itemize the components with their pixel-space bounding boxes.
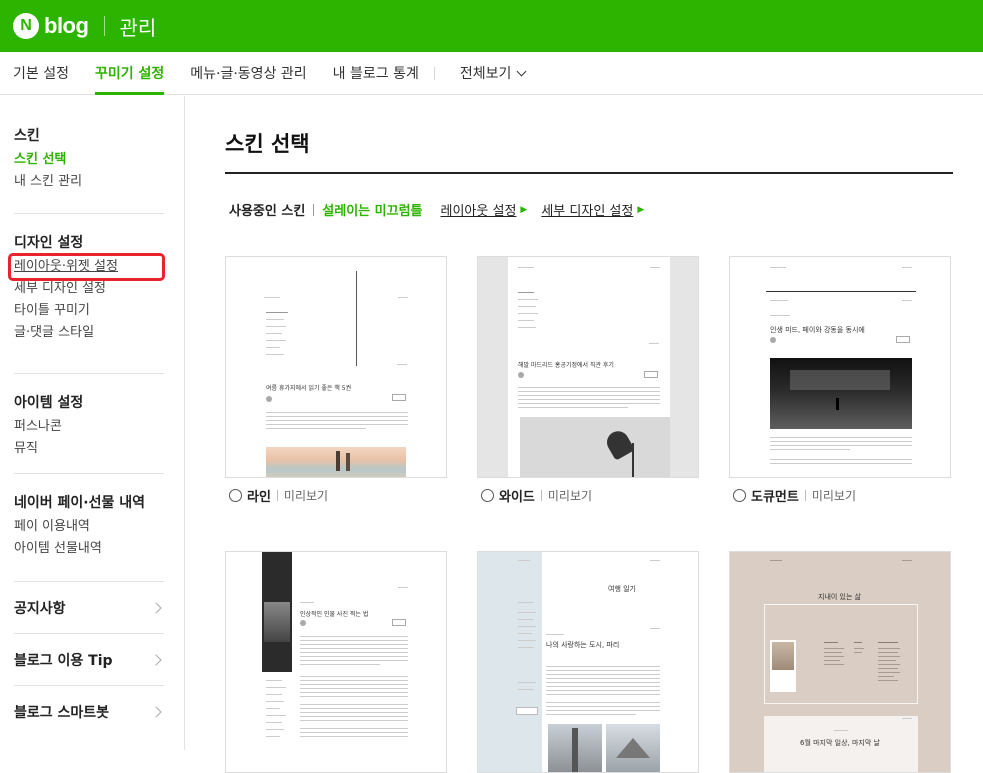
main-tabs: 기본 설정 꾸미기 설정 메뉴·글·동영상 관리 내 블로그 통계 전체보기	[0, 52, 983, 95]
skin-name: 도큐먼트	[751, 490, 799, 505]
tab-view-all[interactable]: 전체보기	[447, 52, 539, 94]
sidebar-link-label: 블로그 이용 Tip	[14, 652, 113, 669]
skin-caption: 와이드 미리보기	[477, 486, 699, 505]
thumb-title: 지내이 있는 삶	[818, 593, 862, 601]
skin-thumbnail[interactable]: 인생 미드, 페이와 강동을 동시에	[729, 256, 951, 478]
sidebar-group-title: 네이버 페이·선물 내역	[14, 495, 145, 511]
sidebar-item-title-decorate[interactable]: 타이틀 꾸미기	[14, 300, 164, 322]
detail-design-link[interactable]: 세부 디자인 설정	[541, 200, 633, 219]
chevron-right-icon	[150, 653, 162, 666]
sidebar-item-post-comment-style[interactable]: 글·댓글 스타일	[14, 322, 164, 344]
sidebar-link-label: 블로그 스마트봇	[14, 705, 110, 721]
thumb-headline: 나의 사랑하는 도시, 파리	[546, 641, 620, 649]
chevron-down-icon	[516, 66, 527, 76]
title-divider	[225, 172, 953, 174]
skin-card-line: 여름 휴가지에서 읽기 좋은 책 5권 라인 미리보기	[225, 256, 447, 505]
skin-thumbnail[interactable]: 지내이 있는 삶 6월 마지막 일상, 마지막 날	[729, 551, 951, 773]
book-cover	[772, 642, 794, 670]
thumb-headline: 인생 미드, 페이와 강동을 동시에	[770, 326, 865, 334]
skin-card-document: 인생 미드, 페이와 강동을 동시에 도큐먼트 미리보기	[729, 256, 951, 505]
tab-basic-settings[interactable]: 기본 설정	[0, 52, 82, 94]
logo-text: blog	[44, 13, 89, 38]
sidebar-item-music[interactable]: 뮤직	[14, 438, 164, 460]
skin-caption: 라인 미리보기	[225, 486, 447, 505]
preview-link[interactable]: 미리보기	[284, 487, 328, 504]
preview-link[interactable]: 미리보기	[548, 487, 592, 504]
sidebar-group-title: 디자인 설정	[14, 235, 84, 251]
sidebar-group-title: 아이템 설정	[14, 395, 84, 411]
sidebar-link-label: 공지사항	[14, 600, 66, 617]
sidebar-item-detail-design[interactable]: 세부 디자인 설정	[14, 278, 164, 300]
chevron-right-icon	[150, 601, 162, 614]
portrait-photo	[264, 602, 290, 642]
page-section-title: 관리	[119, 15, 157, 40]
tab-menu-post-video[interactable]: 메뉴·글·동영상 관리	[177, 52, 319, 94]
current-skin-bar: 사용중인 스킨 설레이는 미끄럼틀 레이아웃 설정 ▶ 세부 디자인 설정 ▶	[225, 200, 953, 219]
sidebar-group-skin: 스킨 스킨 선택 내 스킨 관리	[14, 96, 164, 214]
preview-link[interactable]: 미리보기	[812, 487, 856, 504]
sidebar-group-design: 디자인 설정 레이아웃·위젯 설정 세부 디자인 설정 타이틀 꾸미기 글·댓글…	[8, 214, 165, 374]
skin-card-wide: 해발 마드리드 홍공기정에서 직관 후기 와이드 미리보기	[477, 256, 699, 505]
using-skin-label: 사용중인 스킨	[229, 204, 306, 219]
sidebar-group-title: 스킨	[14, 128, 40, 144]
thumb-headline: 여름 휴가지에서 읽기 좋은 책 5권	[266, 385, 352, 392]
lamp-photo	[520, 417, 670, 477]
thumb-headline: 인상적인 인물 사진 찍는 법	[300, 611, 369, 618]
skin-thumbnail[interactable]: 인상적인 인물 사진 찍는 법	[225, 551, 447, 773]
skin-card-4: 인상적인 인물 사진 찍는 법	[225, 551, 447, 773]
sidebar-link-notice[interactable]: 공지사항	[14, 582, 164, 634]
divider	[804, 490, 806, 501]
layout-settings-link[interactable]: 레이아웃 설정	[441, 200, 517, 219]
sidebar-item-gift-history[interactable]: 아이템 선물내역	[14, 538, 164, 560]
skin-radio[interactable]	[481, 489, 494, 502]
naver-blog-logo[interactable]: N blog	[13, 13, 89, 39]
divider	[313, 203, 315, 216]
thumb-title: 여행 일기	[608, 585, 636, 593]
sidebar-item-layout-widget[interactable]: 레이아웃·위젯 설정	[8, 253, 165, 281]
current-skin-name: 설레이는 미끄럼틀	[322, 204, 423, 219]
view-all-label: 전체보기	[459, 66, 512, 82]
sidebar-group-item: 아이템 설정 퍼스나콘 뮤직	[14, 374, 164, 474]
page-title: 스킨 선택	[225, 132, 310, 156]
sidebar-item-personacon[interactable]: 퍼스나콘	[14, 416, 164, 438]
tab-divider	[433, 66, 435, 80]
arrow-right-icon: ▶	[637, 204, 645, 215]
naver-n-icon: N	[13, 13, 39, 39]
skin-thumbnail[interactable]: 여행 일기 나의 사랑하는 도시, 파리	[477, 551, 699, 773]
sidebar-link-smartbot[interactable]: 블로그 스마트봇	[14, 686, 164, 738]
divider	[276, 490, 278, 501]
skin-name: 라인	[247, 490, 271, 505]
skin-name: 와이드	[499, 490, 535, 505]
skin-radio[interactable]	[229, 489, 242, 502]
skin-thumbnail[interactable]: 해발 마드리드 홍공기정에서 직관 후기	[477, 256, 699, 478]
tab-blog-stats[interactable]: 내 블로그 통계	[320, 52, 432, 94]
tab-decoration-settings[interactable]: 꾸미기 설정	[82, 52, 177, 95]
paris-photo-2	[606, 724, 660, 772]
thumb-headline: 6월 마지막 일상, 마지막 날	[800, 739, 880, 747]
skin-thumbnail[interactable]: 여름 휴가지에서 읽기 좋은 책 5권	[225, 256, 447, 478]
sidebar-item-my-skins[interactable]: 내 스킨 관리	[14, 171, 164, 193]
divider	[540, 490, 542, 501]
sidebar: 스킨 스킨 선택 내 스킨 관리 디자인 설정 레이아웃·위젯 설정 세부 디자…	[0, 96, 185, 750]
skin-radio[interactable]	[733, 489, 746, 502]
chevron-right-icon	[150, 706, 162, 718]
beach-photo	[266, 447, 406, 477]
sidebar-group-pay: 네이버 페이·선물 내역 페이 이용내역 아이템 선물내역	[14, 474, 164, 582]
sidebar-link-tip[interactable]: 블로그 이용 Tip	[14, 634, 164, 686]
top-bar: N blog 관리	[0, 0, 983, 52]
sidebar-item-skin-select[interactable]: 스킨 선택	[14, 149, 164, 171]
dark-photo	[770, 358, 912, 429]
thumb-headline: 해발 마드리드 홍공기정에서 직관 후기	[518, 362, 614, 369]
skin-caption: 도큐먼트 미리보기	[729, 486, 951, 505]
divider	[104, 16, 106, 36]
arrow-right-icon: ▶	[520, 204, 528, 215]
sidebar-item-pay-history[interactable]: 페이 이용내역	[14, 516, 164, 538]
skin-card-5: 여행 일기 나의 사랑하는 도시, 파리	[477, 551, 699, 773]
main-content: 스킨 선택 사용중인 스킨 설레이는 미끄럼틀 레이아웃 설정 ▶ 세부 디자인…	[225, 96, 953, 773]
paris-photo-1	[548, 724, 602, 772]
skin-card-6: 지내이 있는 삶 6월 마지막 일상, 마지막 날	[729, 551, 951, 773]
